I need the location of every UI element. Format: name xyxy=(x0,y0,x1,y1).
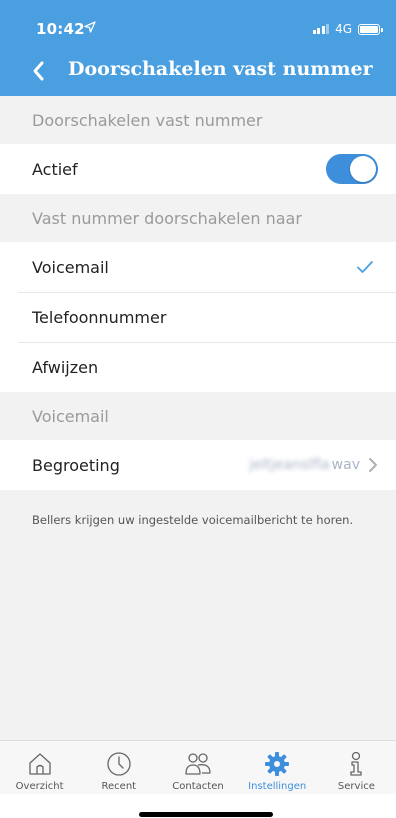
tab-recent[interactable]: Recent xyxy=(79,741,158,794)
begroeting-label: Begroeting xyxy=(32,455,120,475)
option-label: Voicemail xyxy=(32,257,109,277)
tab-label: Overzicht xyxy=(15,781,64,792)
app-header: 10:42 4G Doorschakelen vast nummer xyxy=(0,0,396,96)
option-voicemail[interactable]: Voicemail xyxy=(0,242,396,292)
status-bar: 10:42 4G xyxy=(0,0,396,44)
option-label: Telefoonnummer xyxy=(32,307,167,327)
signal-icon xyxy=(312,24,330,34)
status-indicators: 4G xyxy=(312,21,383,37)
option-label: Afwijzen xyxy=(32,357,99,377)
voicemail-note: Bellers krijgen uw ingestelde voicemailb… xyxy=(32,513,354,527)
begroeting-filename: jeltjeanslfla xyxy=(249,457,330,473)
battery-icon xyxy=(358,23,383,35)
begroeting-extension: wav xyxy=(331,457,360,473)
nav-bar: Doorschakelen vast nummer xyxy=(0,48,396,94)
location-arrow-icon xyxy=(84,21,96,33)
tab-service[interactable]: Service xyxy=(317,741,396,794)
actief-toggle[interactable] xyxy=(326,154,378,184)
tab-contacten[interactable]: Contacten xyxy=(158,741,237,794)
page-title: Doorschakelen vast nummer xyxy=(68,58,373,80)
gear-icon xyxy=(265,752,290,776)
row-actief: Actief xyxy=(0,144,396,194)
section-header-doorschakelen-naar: Vast nummer doorschakelen naar xyxy=(0,194,396,242)
tab-label: Contacten xyxy=(172,781,224,792)
home-indicator-area xyxy=(0,794,396,818)
info-icon xyxy=(350,751,363,776)
status-time: 10:42 xyxy=(36,20,85,38)
tab-label: Service xyxy=(337,781,375,792)
option-telefoonnummer[interactable]: Telefoonnummer xyxy=(0,292,396,342)
chevron-right-icon xyxy=(369,458,377,472)
home-icon xyxy=(28,753,51,775)
row-begroeting[interactable]: Begroeting jeltjeanslfla wav xyxy=(0,440,396,490)
settings-content: Doorschakelen vast nummer Actief Vast nu… xyxy=(0,96,396,740)
home-indicator[interactable] xyxy=(139,812,273,817)
tab-instellingen[interactable]: Instellingen xyxy=(238,741,317,794)
tab-overzicht[interactable]: Overzicht xyxy=(0,741,79,794)
tab-bar: Overzicht Recent Contacten Instellingen … xyxy=(0,740,396,794)
section-header-doorschakelen: Doorschakelen vast nummer xyxy=(0,96,396,144)
option-afwijzen[interactable]: Afwijzen xyxy=(0,342,396,392)
contacts-icon xyxy=(185,753,211,775)
tab-label: Recent xyxy=(101,781,137,792)
section-header-voicemail: Voicemail xyxy=(0,392,396,440)
checkmark-icon xyxy=(357,261,373,273)
actief-label: Actief xyxy=(32,159,78,179)
tab-label: Instellingen xyxy=(248,781,307,792)
back-chevron-icon[interactable] xyxy=(28,58,50,84)
network-type: 4G xyxy=(335,22,352,36)
clock-icon xyxy=(107,752,131,776)
toggle-knob xyxy=(350,156,376,182)
